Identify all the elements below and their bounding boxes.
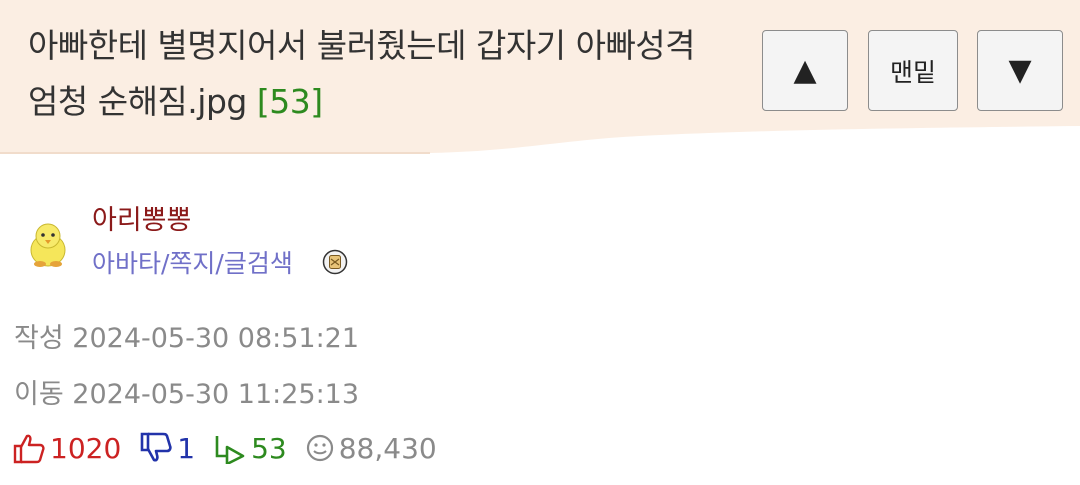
moved-label: 이동 (14, 379, 64, 410)
downvote-stat[interactable]: 1 (139, 432, 195, 465)
avatar-chick-icon[interactable] (26, 220, 70, 270)
created-value: 2024-05-30 08:51:21 (72, 323, 360, 354)
upvote-count: 1020 (50, 431, 122, 465)
created-label: 작성 (14, 323, 64, 354)
post-title: 아빠한테 별명지어서 불러줬는데 갑자기 아빠성격 엄청 순해짐.jpg [53… (28, 18, 728, 130)
up-arrow-icon: ▲ (793, 52, 817, 88)
view-count: 88,430 (338, 431, 437, 465)
go-bottom-button[interactable]: 맨밑 (868, 30, 958, 111)
eye-icon (306, 434, 333, 462)
reply-icon (215, 436, 245, 464)
level-badge-icon (322, 249, 348, 275)
scroll-up-button[interactable]: ▲ (762, 30, 848, 111)
thumbs-up-icon (13, 434, 45, 464)
thumbs-down-icon (140, 432, 172, 462)
down-arrow-icon: ▼ (1008, 52, 1032, 88)
moved-value: 2024-05-30 11:25:13 (72, 379, 360, 410)
post-title-text: 아빠한테 별명지어서 불러줬는데 갑자기 아빠성격 엄청 순해짐.jpg (28, 26, 696, 121)
post-stats: 1020 1 53 88,430 (12, 428, 455, 468)
created-timestamp: 작성 2024-05-30 08:51:21 (14, 316, 359, 355)
view-stat: 88,430 (305, 432, 437, 465)
author-nickname[interactable]: 아리뽕뽕 (92, 198, 191, 237)
comment-stat[interactable]: 53 (213, 432, 287, 465)
comment-count-link[interactable]: [53] (257, 82, 323, 121)
comment-count: 53 (251, 431, 287, 465)
scroll-down-button[interactable]: ▼ (977, 30, 1063, 111)
downvote-count: 1 (177, 431, 196, 465)
upvote-stat[interactable]: 1020 (12, 432, 121, 465)
author-profile-links[interactable]: 아바타/쪽지/글검색 (92, 244, 293, 280)
moved-timestamp: 이동 2024-05-30 11:25:13 (14, 372, 359, 411)
post-header: 아빠한테 별명지어서 불러줬는데 갑자기 아빠성격 엄청 순해짐.jpg [53… (0, 0, 1080, 158)
go-bottom-label: 맨밑 (889, 57, 936, 87)
